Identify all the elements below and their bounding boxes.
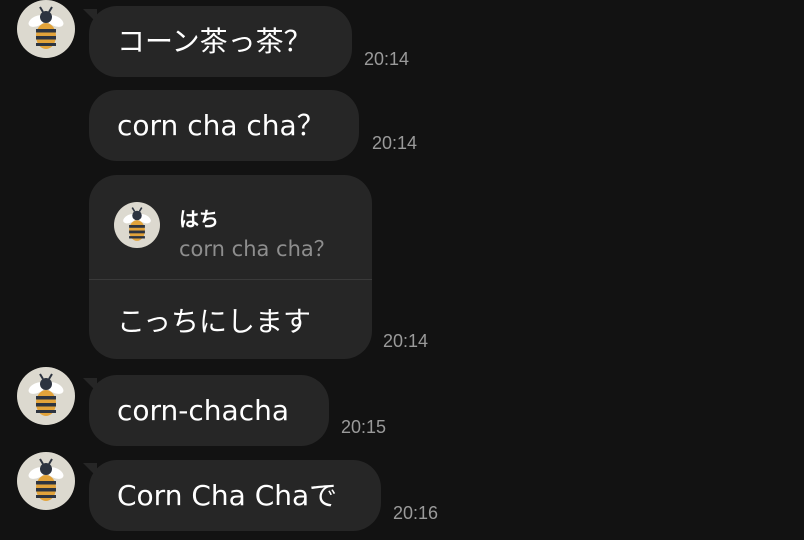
message-timestamp: 20:15	[341, 417, 387, 437]
bee-icon	[28, 6, 64, 49]
message-bubble[interactable]: Corn Cha Chaで	[89, 460, 381, 531]
message-timestamp: 20:14	[383, 331, 429, 351]
message-text: corn cha cha？	[117, 108, 325, 142]
message-bubble[interactable]: corn cha cha？	[89, 90, 359, 161]
message-bubble[interactable]: コーン茶っ茶？	[89, 6, 352, 77]
message-timestamp: 20:14	[372, 133, 418, 153]
reply-divider	[89, 279, 372, 280]
message-text: Corn Cha Chaで	[117, 478, 338, 512]
message-text: コーン茶っ茶？	[117, 24, 312, 58]
message-timestamp: 20:16	[393, 503, 439, 523]
sender-avatar[interactable]	[17, 0, 75, 58]
message-text: こっちにします	[117, 305, 312, 338]
message-bubble[interactable]: corn-chacha	[89, 375, 329, 446]
message-text: corn-chacha	[117, 393, 289, 427]
bee-icon	[123, 207, 151, 241]
quoted-message-text: corn cha cha？	[179, 237, 335, 261]
bee-icon	[28, 373, 64, 416]
bee-icon	[28, 458, 64, 501]
message-timestamp: 20:14	[364, 49, 410, 69]
sender-avatar[interactable]	[17, 367, 75, 425]
reply-message-bubble[interactable]: はち corn cha cha？ こっちにします	[89, 175, 372, 359]
quoted-sender-avatar	[114, 202, 160, 248]
sender-avatar[interactable]	[17, 452, 75, 510]
quoted-sender-name: はち	[179, 207, 219, 231]
